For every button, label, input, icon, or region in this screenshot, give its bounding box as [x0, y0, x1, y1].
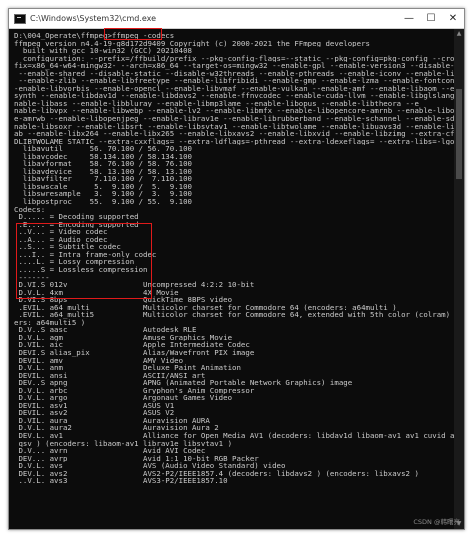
title-bar[interactable]: C:\Windows\System32\cmd.exe — ☐ ✕ [9, 9, 464, 29]
console-line: _qsv ) (encoders: libaom-av1 librav1e li… [14, 439, 233, 448]
console-line: Codecs: [14, 205, 46, 214]
command-highlight-box [104, 28, 162, 40]
console-line: fix=x86_64-w64-mingw32- --arch=x86_64 --… [14, 62, 454, 70]
vertical-scrollbar[interactable]: ▲ ▼ [454, 29, 464, 529]
console-line: D.V.L. arbc Gryphon's Anim Compressor [14, 386, 255, 395]
console-line: D..... = Decoding supported [14, 213, 139, 221]
console-line: D:\004_Operate\ffmpeg>ffmpeg -codecs [14, 32, 175, 40]
watermark: CSDN @韩曙亮 [413, 518, 460, 526]
console-line: libavcodec 58.134.100 / 58.134.100 [14, 152, 192, 161]
console-line: nable-libvpx --enable-libwebp --enable-l… [14, 107, 454, 116]
console-line: ab --enable-libx264 --enable-libx265 --e… [14, 130, 454, 138]
console-line: D.V.L. anm Deluxe Paint Animation [14, 364, 241, 372]
console-line: D.V.L. aura2 Auravision Aura 2 [14, 424, 219, 432]
maximize-button[interactable]: ☐ [420, 9, 442, 28]
console-line: D.V..S aasc Autodesk RLE [14, 326, 197, 334]
console-line: libavutil 56. 70.100 / 56. 70.100 [14, 145, 192, 153]
console-line: D.V.L. avs AVS (Audio Video Standard) vi… [14, 462, 286, 470]
console-line: --enable-shared --disable-static --disab… [14, 69, 454, 78]
console-line: .EVIL. a64_multi5 Multicolor charset for… [14, 311, 454, 319]
console-line: nable-libsoxr --enable-libsrt --enable-l… [14, 122, 454, 131]
console-line: DEV... avrp Avid 1:1 10-bit RGB Packer [14, 454, 259, 463]
console-line: DEVIL. amv AMV Video [14, 356, 184, 365]
console-app-icon [14, 13, 26, 24]
scrollbar-thumb[interactable] [456, 89, 462, 179]
console-line: D.V.L. agm Amuse Graphics Movie [14, 333, 233, 342]
scroll-up-icon[interactable]: ▲ [455, 30, 463, 38]
console-line: DEVIL. asv1 ASUS V1 [14, 401, 175, 410]
window-title: C:\Windows\System32\cmd.exe [30, 14, 157, 23]
console-line: libpostproc 55. 9.100 / 55. 9.100 [14, 198, 192, 206]
console-line: DEVIL. asv2 ASUS V2 [14, 409, 175, 417]
console-line: D.VIL. aura Auravision AURA [14, 416, 210, 425]
console-line: DEV..S apng APNG (Animated Portable Netw… [14, 379, 353, 387]
console-line: libavdevice 58. 13.100 / 58. 13.100 [14, 167, 192, 176]
console-line: ffmpeg version n4.4-19-g8d172d9409 Copyr… [14, 39, 370, 48]
console-line: e-amrwb --enable-libopenjpeg --enable-li… [14, 115, 454, 123]
console-line: DEV.L. avs2 AVS2-P2/IEEE1857.4 (decoders… [14, 469, 419, 478]
console-line: D.V... avrn Avid AVI Codec [14, 447, 206, 455]
minimize-button[interactable]: — [398, 9, 420, 28]
console-line: .EVIL. a64_multi Multicolor charset for … [14, 303, 397, 312]
codec-legend-highlight-box [16, 223, 152, 299]
console-line: libswscale 5. 9.100 / 5. 9.100 [14, 182, 192, 191]
console-line: DEVI.S alias_pix Alias/Wavefront PIX ima… [14, 348, 255, 357]
console-line: synth --enable-libdav1d --enable-libdavs… [14, 92, 454, 100]
console-line: built with gcc 10-win32 (GCC) 20210408 [14, 47, 192, 55]
console-line: ers: a64multi5 ) [14, 318, 86, 327]
console-line: libavfilter 7.110.100 / 7.110.100 [14, 175, 192, 183]
console-line: configuration: --prefix=/ffbuild/prefix … [14, 54, 454, 63]
console-line: DEVIL. ansi ASCII/ANSI art [14, 371, 206, 380]
console-line: DEV.L. av1 Alliance for Open Media AV1 (… [14, 431, 454, 440]
console-line: ..V.L. avs3 AVS3-P2/IEEE1857.10 [14, 477, 228, 485]
console-line: -enable-libvorbis --enable-opencl --enab… [14, 84, 454, 93]
close-button[interactable]: ✕ [442, 9, 464, 28]
console-line: libavformat 58. 76.100 / 58. 76.100 [14, 160, 192, 168]
console-line: libswresample 3. 9.100 / 3. 9.100 [14, 190, 192, 199]
console-line: D.VIL. aic Apple Intermediate Codec [14, 341, 250, 349]
console-line: DLIBTWOLAME_STATIC --extra-cxxflags= --e… [14, 137, 454, 146]
console-line: nable-libass --enable-libbluray --enable… [14, 99, 419, 108]
console-line: --enable-zlib --enable-libfreetype --ena… [14, 77, 454, 85]
console-line: D.V.L. argo Argonaut Games Video [14, 394, 233, 402]
